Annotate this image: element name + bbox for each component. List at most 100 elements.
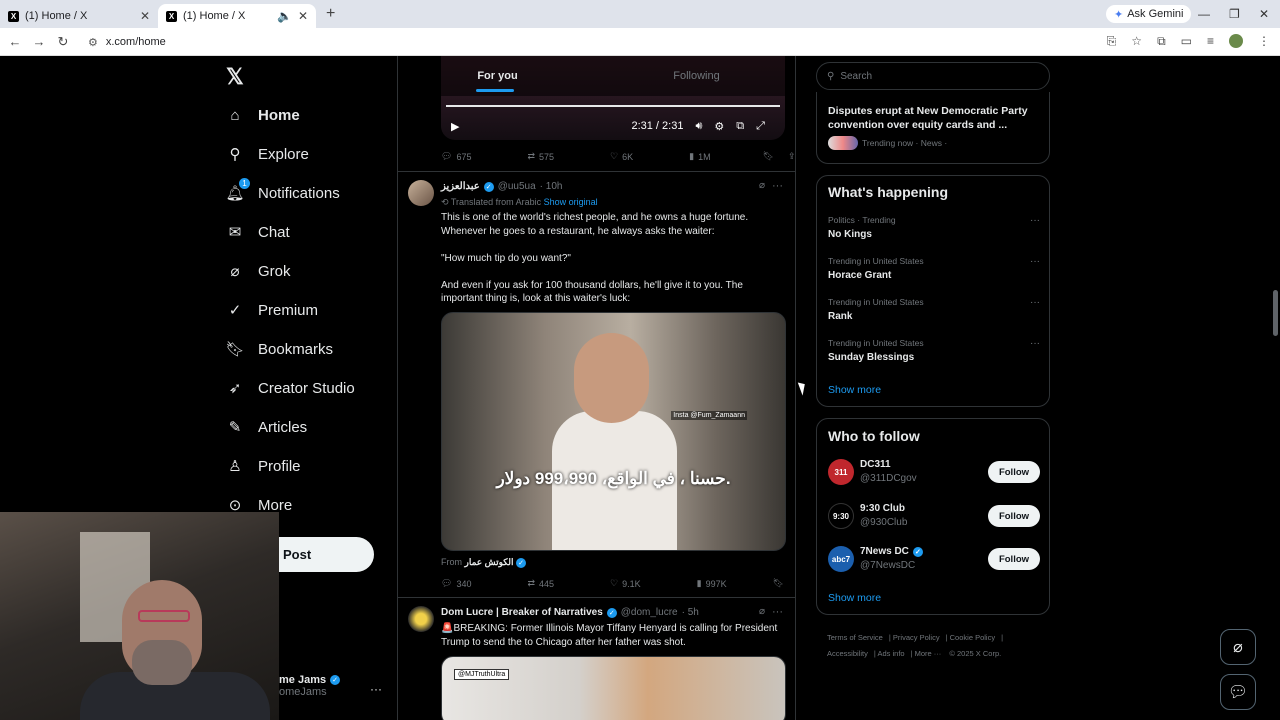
minimize-window-icon[interactable]: — — [1198, 7, 1210, 21]
grok-explain-icon[interactable]: ⌀ — [759, 606, 765, 617]
nav-creator-studio[interactable]: ➶ Creator Studio — [226, 373, 355, 403]
reply-button[interactable]: 💬︎ 675 — [441, 151, 471, 162]
bookmark-icon[interactable]: 🔖︎ — [773, 578, 784, 589]
profile-avatar[interactable] — [1229, 34, 1243, 48]
trend-more-icon[interactable]: ··· — [1030, 256, 1040, 267]
trend-item[interactable]: Politics · Trending No Kings ··· — [828, 215, 1040, 240]
share-icon[interactable]: ⇪ — [788, 151, 795, 162]
tweet-image[interactable]: @MJTruthUltra — [441, 656, 786, 720]
like-button[interactable]: ♡ 6K — [610, 151, 633, 162]
x-logo-icon[interactable]: 𝕏 — [226, 64, 244, 90]
back-icon[interactable]: ← — [3, 34, 27, 49]
views-button[interactable]: ▮ 997K — [697, 578, 727, 589]
forward-icon[interactable]: → — [27, 34, 51, 49]
author-name[interactable]: Dom Lucre | Breaker of Narratives — [441, 607, 603, 618]
pip-icon[interactable]: ⧉ — [736, 120, 744, 133]
from-name[interactable]: الكوتش عمار — [465, 557, 514, 567]
follow-suggestion[interactable]: abc7 7News DC ✓ @7NewsDC Follow — [828, 544, 1040, 576]
nav-home[interactable]: ⌂ Home — [226, 100, 299, 130]
tweet-video[interactable]: Insta @Fum_Zamaann حسنا ، في الواقع، 999… — [441, 312, 786, 551]
media-controls-icon[interactable]: ≡ — [1207, 34, 1214, 49]
trend-more-icon[interactable]: ··· — [1030, 338, 1040, 349]
tab-for-you[interactable]: For you — [398, 56, 597, 96]
browser-tab-active[interactable]: X (1) Home / X 🔈 ✕ — [158, 4, 316, 28]
close-tab-icon[interactable]: ✕ — [298, 9, 308, 23]
browser-tab[interactable]: X (1) Home / X ✕ — [0, 4, 158, 28]
show-more-follow-link[interactable]: Show more — [828, 592, 881, 604]
footer-link[interactable]: Cookie Policy — [950, 633, 995, 642]
nav-notifications[interactable]: 🔔︎ 1 Notifications — [225, 178, 340, 208]
post-button[interactable]: Post — [279, 537, 374, 572]
trend-more-icon[interactable]: ··· — [1030, 215, 1040, 226]
scrollbar-thumb[interactable] — [1273, 290, 1278, 336]
footer-link[interactable]: Privacy Policy — [893, 633, 940, 642]
tab-following[interactable]: Following — [597, 56, 795, 96]
avatar[interactable] — [408, 606, 434, 632]
play-icon[interactable]: ▶ — [451, 120, 459, 133]
settings-icon[interactable]: ⚙ — [714, 120, 724, 133]
tweet-more-icon[interactable]: ··· — [772, 180, 783, 192]
bookmark-star-icon[interactable]: ☆ — [1131, 34, 1142, 49]
toolbar-icons: ⎘ ☆ ⧉ ▭ ≡ ⋮ — [1107, 34, 1270, 49]
restore-window-icon[interactable]: ❐ — [1229, 7, 1240, 21]
reading-mode-icon[interactable]: ▭ — [1181, 34, 1192, 49]
page-scrollbar[interactable] — [1270, 56, 1280, 720]
reply-button[interactable]: 💬︎ 340 — [441, 578, 471, 589]
browser-menu-icon[interactable]: ⋮ — [1258, 34, 1270, 49]
trend-more-icon[interactable]: ··· — [1030, 297, 1040, 308]
tweet-time[interactable]: · 5h — [682, 607, 699, 618]
fullscreen-icon[interactable]: ⤢ — [756, 120, 765, 133]
nav-explore[interactable]: ⚲ Explore — [226, 139, 309, 169]
trend-item[interactable]: Trending in United States Rank ··· — [828, 297, 1040, 322]
follow-button[interactable]: Follow — [988, 505, 1040, 527]
account-switcher[interactable]: me Jams ✓ omeJams — [279, 674, 341, 698]
nav-chat[interactable]: ✉ Chat — [226, 217, 290, 247]
trend-item[interactable]: Trending in United States Sunday Blessin… — [828, 338, 1040, 363]
close-tab-icon[interactable]: ✕ — [140, 9, 150, 23]
tweet-more-icon[interactable]: ··· — [772, 606, 783, 618]
mute-tab-icon[interactable]: 🔈 — [277, 9, 292, 23]
tweet-time[interactable]: · 10h — [540, 181, 563, 192]
nav-bookmarks[interactable]: 🔖︎ Bookmarks — [225, 334, 333, 364]
nav-profile[interactable]: ♙ Profile — [226, 451, 300, 481]
news-card[interactable]: Disputes erupt at New Democratic Party c… — [816, 92, 1050, 164]
account-more-icon[interactable]: ··· — [370, 682, 382, 696]
follow-suggestion[interactable]: 311 DC311 @311DCgov Follow — [828, 457, 1040, 489]
footer-link[interactable]: Ads info — [877, 649, 904, 658]
address-bar[interactable]: ⚙ x.com/home — [84, 32, 1044, 52]
close-window-icon[interactable]: ✕ — [1259, 7, 1269, 21]
bookmark-icon[interactable]: 🔖︎ — [763, 151, 774, 162]
new-tab-button[interactable]: + — [326, 5, 335, 23]
nav-grok[interactable]: ⌀ Grok — [226, 256, 290, 286]
author-name[interactable]: عبدالعزيز — [441, 181, 480, 192]
follow-button[interactable]: Follow — [988, 461, 1040, 483]
grok-floating-icon[interactable]: ⌀ — [1220, 629, 1256, 665]
author-handle[interactable]: @uu5ua — [498, 181, 536, 192]
repost-button[interactable]: ⇄ 445 — [527, 578, 554, 589]
follow-suggestion[interactable]: 9:30 9:30 Club @930Club Follow — [828, 501, 1040, 533]
repost-button[interactable]: ⇄ 575 — [527, 151, 554, 162]
ask-gemini-button[interactable]: ✦ Ask Gemini — [1106, 5, 1192, 23]
search-input[interactable]: ⚲ Search — [816, 62, 1050, 90]
video-progress-bar[interactable] — [446, 105, 780, 107]
install-app-icon[interactable]: ⎘ — [1107, 34, 1117, 49]
grok-explain-icon[interactable]: ⌀ — [759, 180, 765, 191]
footer-link[interactable]: Accessibility — [827, 649, 868, 658]
site-info-icon[interactable]: ⚙ — [88, 36, 98, 49]
show-more-trends-link[interactable]: Show more — [828, 384, 881, 396]
views-button[interactable]: ▮ 1M — [689, 151, 710, 162]
like-button[interactable]: ♡ 9.1K — [610, 578, 641, 589]
nav-premium[interactable]: ✓ Premium — [226, 295, 318, 325]
avatar[interactable] — [408, 180, 434, 206]
footer-link[interactable]: Terms of Service — [827, 633, 883, 642]
footer-link[interactable]: More ··· — [915, 649, 942, 658]
nav-articles[interactable]: ✎ Articles — [226, 412, 307, 442]
extensions-icon[interactable]: ⧉ — [1157, 34, 1166, 49]
reload-icon[interactable]: ↻ — [51, 34, 75, 50]
author-handle[interactable]: @dom_lucre — [621, 607, 678, 618]
follow-button[interactable]: Follow — [988, 548, 1040, 570]
volume-icon[interactable]: 🔊︎ — [695, 120, 702, 133]
show-original-link[interactable]: Show original — [544, 197, 598, 207]
chat-floating-icon[interactable]: 💬︎ — [1220, 674, 1256, 710]
trend-item[interactable]: Trending in United States Horace Grant ·… — [828, 256, 1040, 281]
